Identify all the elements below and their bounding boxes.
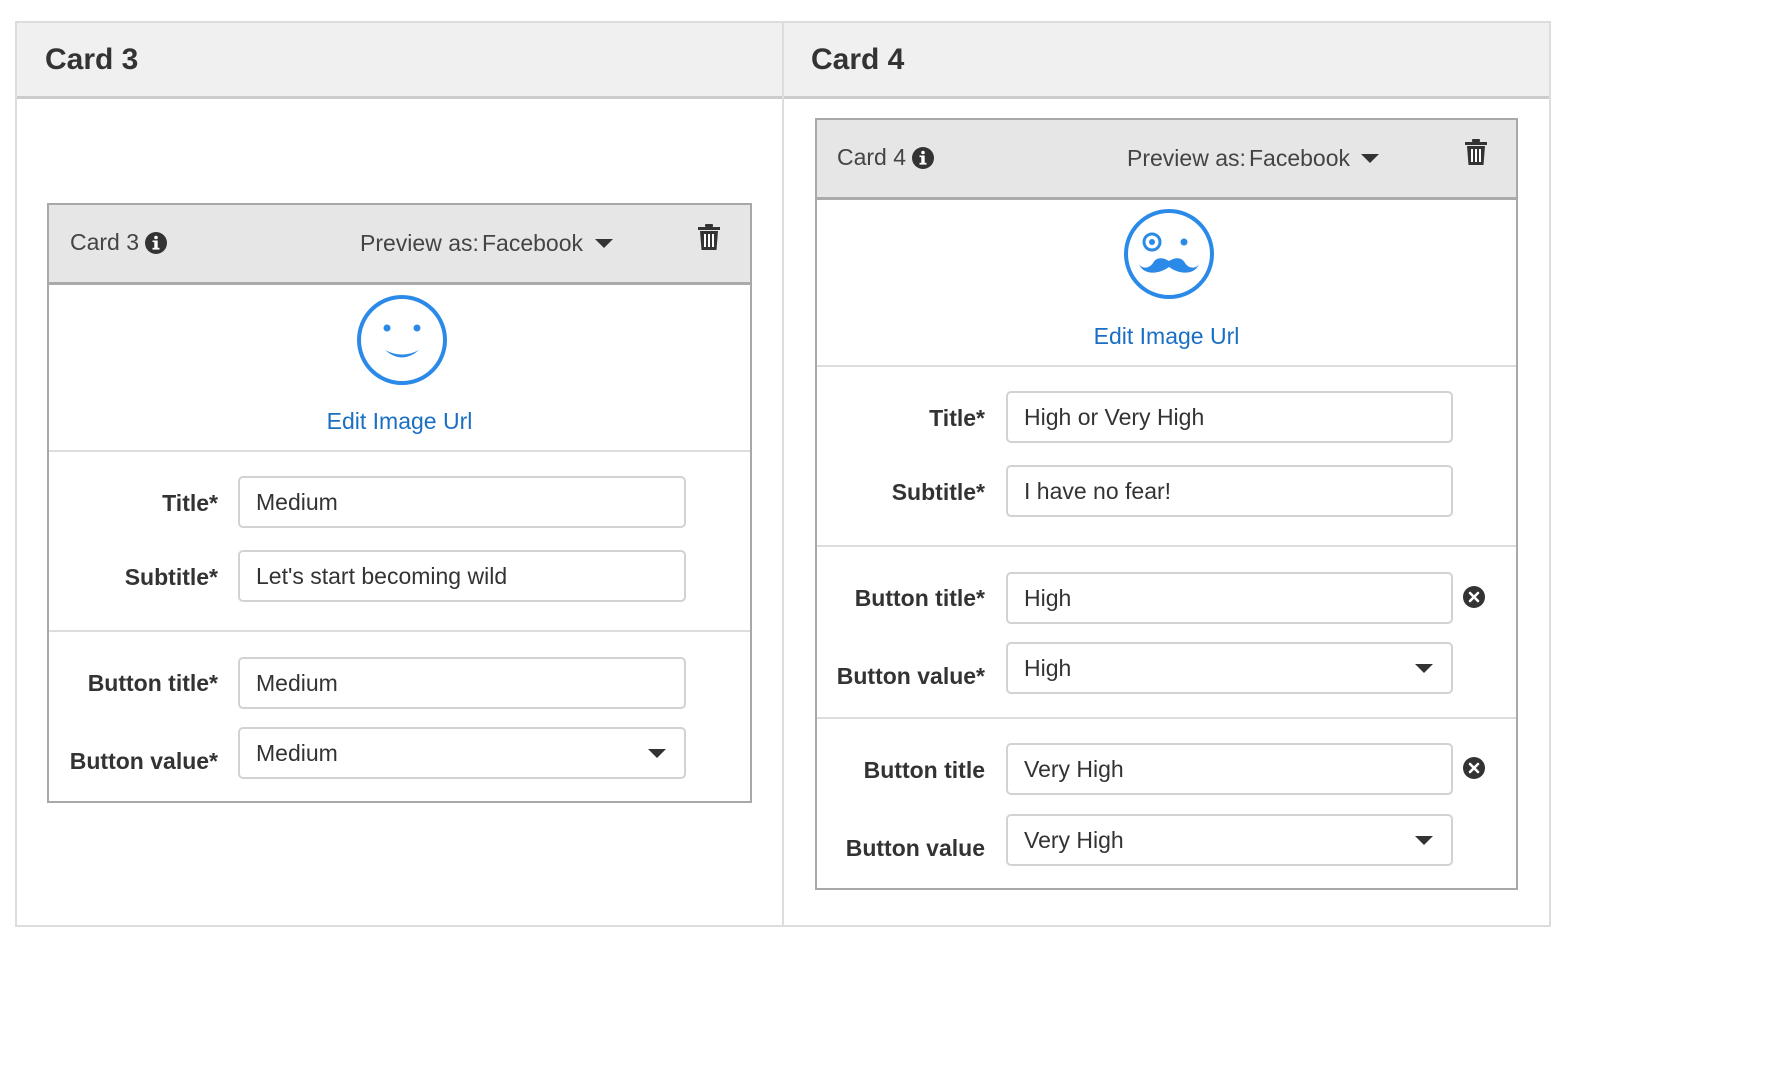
card-name: Card 4 <box>837 144 907 170</box>
mustache-face-icon <box>1124 209 1214 299</box>
title-input[interactable] <box>238 476 686 528</box>
preview-as-label: Preview as: <box>1127 145 1246 171</box>
trash-icon[interactable] <box>1464 138 1488 166</box>
preview-as-label: Preview as: <box>360 230 479 256</box>
remove-button-icon[interactable] <box>1462 756 1486 780</box>
outer-panel-title: Card 3 <box>45 43 139 76</box>
title-input[interactable] <box>1006 391 1453 443</box>
divider <box>817 545 1516 547</box>
remove-button-icon[interactable] <box>1462 585 1486 609</box>
subtitle-input[interactable] <box>1006 465 1453 517</box>
button-title-input[interactable] <box>238 657 686 709</box>
chevron-down-icon[interactable] <box>595 239 613 248</box>
button-value-select[interactable]: High <box>1006 642 1453 694</box>
button-title-label: Button title* <box>87 670 218 696</box>
chevron-down-icon <box>1415 664 1433 673</box>
card-header: Card 4 Preview as: Facebook <box>817 120 1516 200</box>
chevron-down-icon[interactable] <box>1361 154 1379 163</box>
card-name: Card 3 <box>70 229 140 255</box>
subtitle-label: Subtitle* <box>124 564 218 590</box>
button-value-selected: High <box>1024 655 1072 681</box>
outer-panel-header: Card 4 <box>784 23 1549 99</box>
card-header: Card 3 Preview as: Facebook <box>49 205 750 285</box>
button-value-select[interactable]: Medium <box>238 727 686 779</box>
outer-panel-header: Card 3 <box>17 23 783 99</box>
smiley-face-icon <box>357 295 447 385</box>
preview-platform-value[interactable]: Facebook <box>1249 145 1350 172</box>
divider <box>817 717 1516 719</box>
preview-platform-value[interactable]: Facebook <box>482 230 583 257</box>
divider <box>817 365 1516 367</box>
button-title-label: Button title* <box>854 585 985 611</box>
edit-image-url-link[interactable]: Edit Image Url <box>817 323 1516 350</box>
chevron-down-icon <box>648 749 666 758</box>
button-title-label: Button title <box>863 757 985 783</box>
outer-panel-title: Card 4 <box>811 43 905 76</box>
button-value-select[interactable]: Very High <box>1006 814 1453 866</box>
button-value-label: Button value* <box>836 663 985 689</box>
button-value-selected: Very High <box>1024 827 1124 853</box>
button-title-input[interactable] <box>1006 743 1453 795</box>
info-icon[interactable] <box>911 146 935 170</box>
button-value-label: Button value <box>845 835 985 861</box>
divider <box>49 450 750 452</box>
edit-image-url-link[interactable]: Edit Image Url <box>49 408 750 435</box>
chevron-down-icon <box>1415 836 1433 845</box>
title-label: Title* <box>162 490 218 516</box>
trash-icon[interactable] <box>697 223 721 251</box>
subtitle-label: Subtitle* <box>891 479 985 505</box>
title-label: Title* <box>929 405 985 431</box>
card-editor-card-3: Card 3 Preview as: Facebook Edit Image U… <box>47 203 752 803</box>
divider <box>49 630 750 632</box>
info-icon[interactable] <box>144 231 168 255</box>
button-value-selected: Medium <box>256 740 338 766</box>
subtitle-input[interactable] <box>238 550 686 602</box>
button-title-input[interactable] <box>1006 572 1453 624</box>
card-editor-card-4: Card 4 Preview as: Facebook Edit Image U… <box>815 118 1518 890</box>
button-value-label: Button value* <box>69 748 218 774</box>
